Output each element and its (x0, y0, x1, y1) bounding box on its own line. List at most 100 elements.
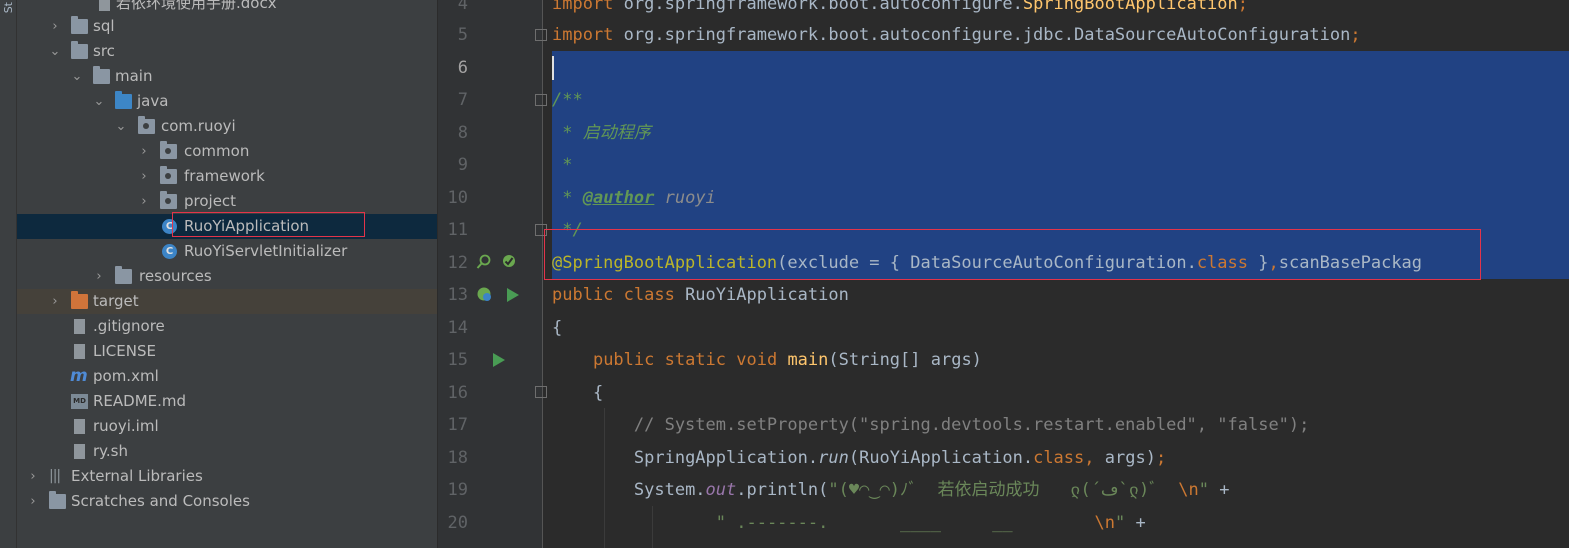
code-line-20[interactable]: " .-------. ____ __ \n" + (552, 507, 1146, 539)
tree-item-sql[interactable]: › sql (17, 14, 437, 39)
code-token: ruoyi (654, 188, 716, 208)
tree-item-pom[interactable]: m pom.xml (17, 364, 437, 389)
tree-item-external-libraries[interactable]: › ||| External Libraries (17, 464, 437, 489)
code-line-13[interactable]: public class RuoYiApplication (552, 279, 849, 311)
code-line-14[interactable]: { (552, 312, 562, 344)
chevron-right-icon[interactable]: › (48, 14, 62, 39)
tree-item-license[interactable]: LICENSE (17, 339, 437, 364)
tree-item-java[interactable]: ⌄ java (17, 89, 437, 114)
fold-marker-icon[interactable] (535, 29, 547, 41)
libraries-icon: ||| (49, 468, 61, 484)
line-number: 9 (457, 155, 468, 175)
tree-item-label: common (184, 142, 250, 160)
tree-item-gitignore[interactable]: .gitignore (17, 314, 437, 339)
spring-bean-icon[interactable] (501, 253, 517, 269)
chevron-right-icon[interactable]: › (26, 464, 40, 489)
chevron-right-icon[interactable]: › (137, 189, 151, 214)
tree-item-src[interactable]: ⌄ src (17, 39, 437, 64)
code-token: public class (552, 285, 675, 305)
resources-folder-icon (115, 266, 132, 284)
code-token: SpringBootApplication (1022, 0, 1238, 14)
code-line-4[interactable]: import org.springframework.boot.autoconf… (552, 0, 1248, 20)
tree-item-main[interactable]: ⌄ main (17, 64, 437, 89)
folder-icon (93, 66, 110, 84)
fold-marker-icon[interactable] (535, 386, 547, 398)
package-icon (160, 141, 177, 159)
code-token: " (1198, 480, 1209, 500)
scratches-icon (49, 491, 66, 509)
chevron-right-icon[interactable]: › (48, 289, 62, 314)
file-icon (99, 0, 110, 11)
code-line-17[interactable]: // System.setProperty("spring.devtools.r… (552, 409, 1310, 441)
tree-item-ruoyi-servlet-initializer[interactable]: C RuoYiServletInitializer (17, 239, 437, 264)
tree-item-label: com.ruoyi (161, 117, 236, 135)
code-line-9[interactable]: * (552, 149, 572, 181)
tree-item-label: External Libraries (71, 467, 203, 485)
run-icon[interactable] (493, 353, 505, 367)
project-tree[interactable]: 若依环境使用手册.docx › sql ⌄ src ⌄ main ⌄ java … (17, 0, 437, 548)
tree-item-readme[interactable]: MD README.md (17, 389, 437, 414)
code-token: ; (1237, 0, 1249, 14)
code-token: , (1084, 448, 1095, 468)
text-cursor (552, 56, 554, 80)
line-number: 11 (447, 220, 468, 240)
code-token: System. (633, 480, 706, 500)
highlight-box-annotation (544, 229, 1481, 280)
structure-tab-label[interactable]: St (2, 2, 15, 13)
file-icon (74, 419, 85, 434)
code-token: import (552, 0, 614, 14)
chevron-down-icon[interactable]: ⌄ (48, 39, 62, 64)
tree-item-label: ry.sh (93, 442, 128, 460)
code-token: (String[] args) (828, 350, 982, 370)
run-icon[interactable] (507, 288, 519, 302)
code-token: + (1208, 480, 1230, 500)
chevron-right-icon[interactable]: › (137, 164, 151, 189)
chevron-down-icon[interactable]: ⌄ (114, 114, 128, 139)
code-line-7[interactable]: /** (552, 84, 583, 116)
code-token: org.springframework.boot.autoconfigure. (613, 0, 1023, 14)
code-token: run (818, 448, 849, 468)
tree-item-com-ruoyi[interactable]: ⌄ com.ruoyi (17, 114, 437, 139)
chevron-right-icon[interactable]: › (137, 139, 151, 164)
tree-item-target[interactable]: › target (17, 289, 437, 314)
tree-item-ruoyi-iml[interactable]: ruoyi.iml (17, 414, 437, 439)
code-token: ; (1350, 25, 1361, 45)
chevron-down-icon[interactable]: ⌄ (92, 89, 106, 114)
code-token: RuoYiApplication (674, 285, 849, 305)
code-token: + (1125, 513, 1146, 533)
chevron-right-icon[interactable]: › (26, 489, 40, 514)
line-number: 12 (447, 253, 468, 273)
tree-item-scratches[interactable]: › Scratches and Consoles (17, 489, 437, 514)
bean-search-icon[interactable] (476, 254, 492, 270)
chevron-right-icon[interactable]: › (92, 264, 106, 289)
tree-item-label: src (93, 42, 115, 60)
fold-marker-icon[interactable] (535, 94, 547, 106)
tree-item-resources[interactable]: › resources (17, 264, 437, 289)
tree-item-label: resources (139, 267, 212, 285)
code-line-8[interactable]: * 启动程序 (552, 117, 650, 149)
left-tool-strip[interactable]: St (0, 0, 17, 548)
code-token: org.springframework.boot.autoconfigure.j… (613, 25, 1351, 45)
tree-item-common[interactable]: › common (17, 139, 437, 164)
tree-item-label: target (93, 292, 139, 310)
chevron-down-icon[interactable]: ⌄ (70, 64, 84, 89)
code-line-16[interactable]: { (552, 377, 603, 409)
code-line-18[interactable]: SpringApplication.run(RuoYiApplication.c… (552, 442, 1166, 474)
code-token: \n (1094, 513, 1115, 533)
code-line-5[interactable]: import org.springframework.boot.autoconf… (552, 19, 1361, 51)
code-token: SpringApplication. (633, 448, 819, 468)
tree-item-project[interactable]: › project (17, 189, 437, 214)
code-line-19[interactable]: System.out.println("(♥◠‿◠)ﾉﾞ 若依启动成功 ლ(´ڡ… (552, 474, 1230, 506)
line-number: 8 (457, 123, 468, 143)
tree-item-ry-sh[interactable]: ry.sh (17, 439, 437, 464)
tree-item-framework[interactable]: › framework (17, 164, 437, 189)
code-token: args) (1094, 448, 1156, 468)
highlight-box-tree (172, 212, 365, 237)
code-line-10[interactable]: * @author ruoyi (552, 182, 716, 214)
code-line-15[interactable]: public static void main(String[] args) (552, 344, 982, 376)
spring-boot-run-icon[interactable] (476, 286, 492, 302)
